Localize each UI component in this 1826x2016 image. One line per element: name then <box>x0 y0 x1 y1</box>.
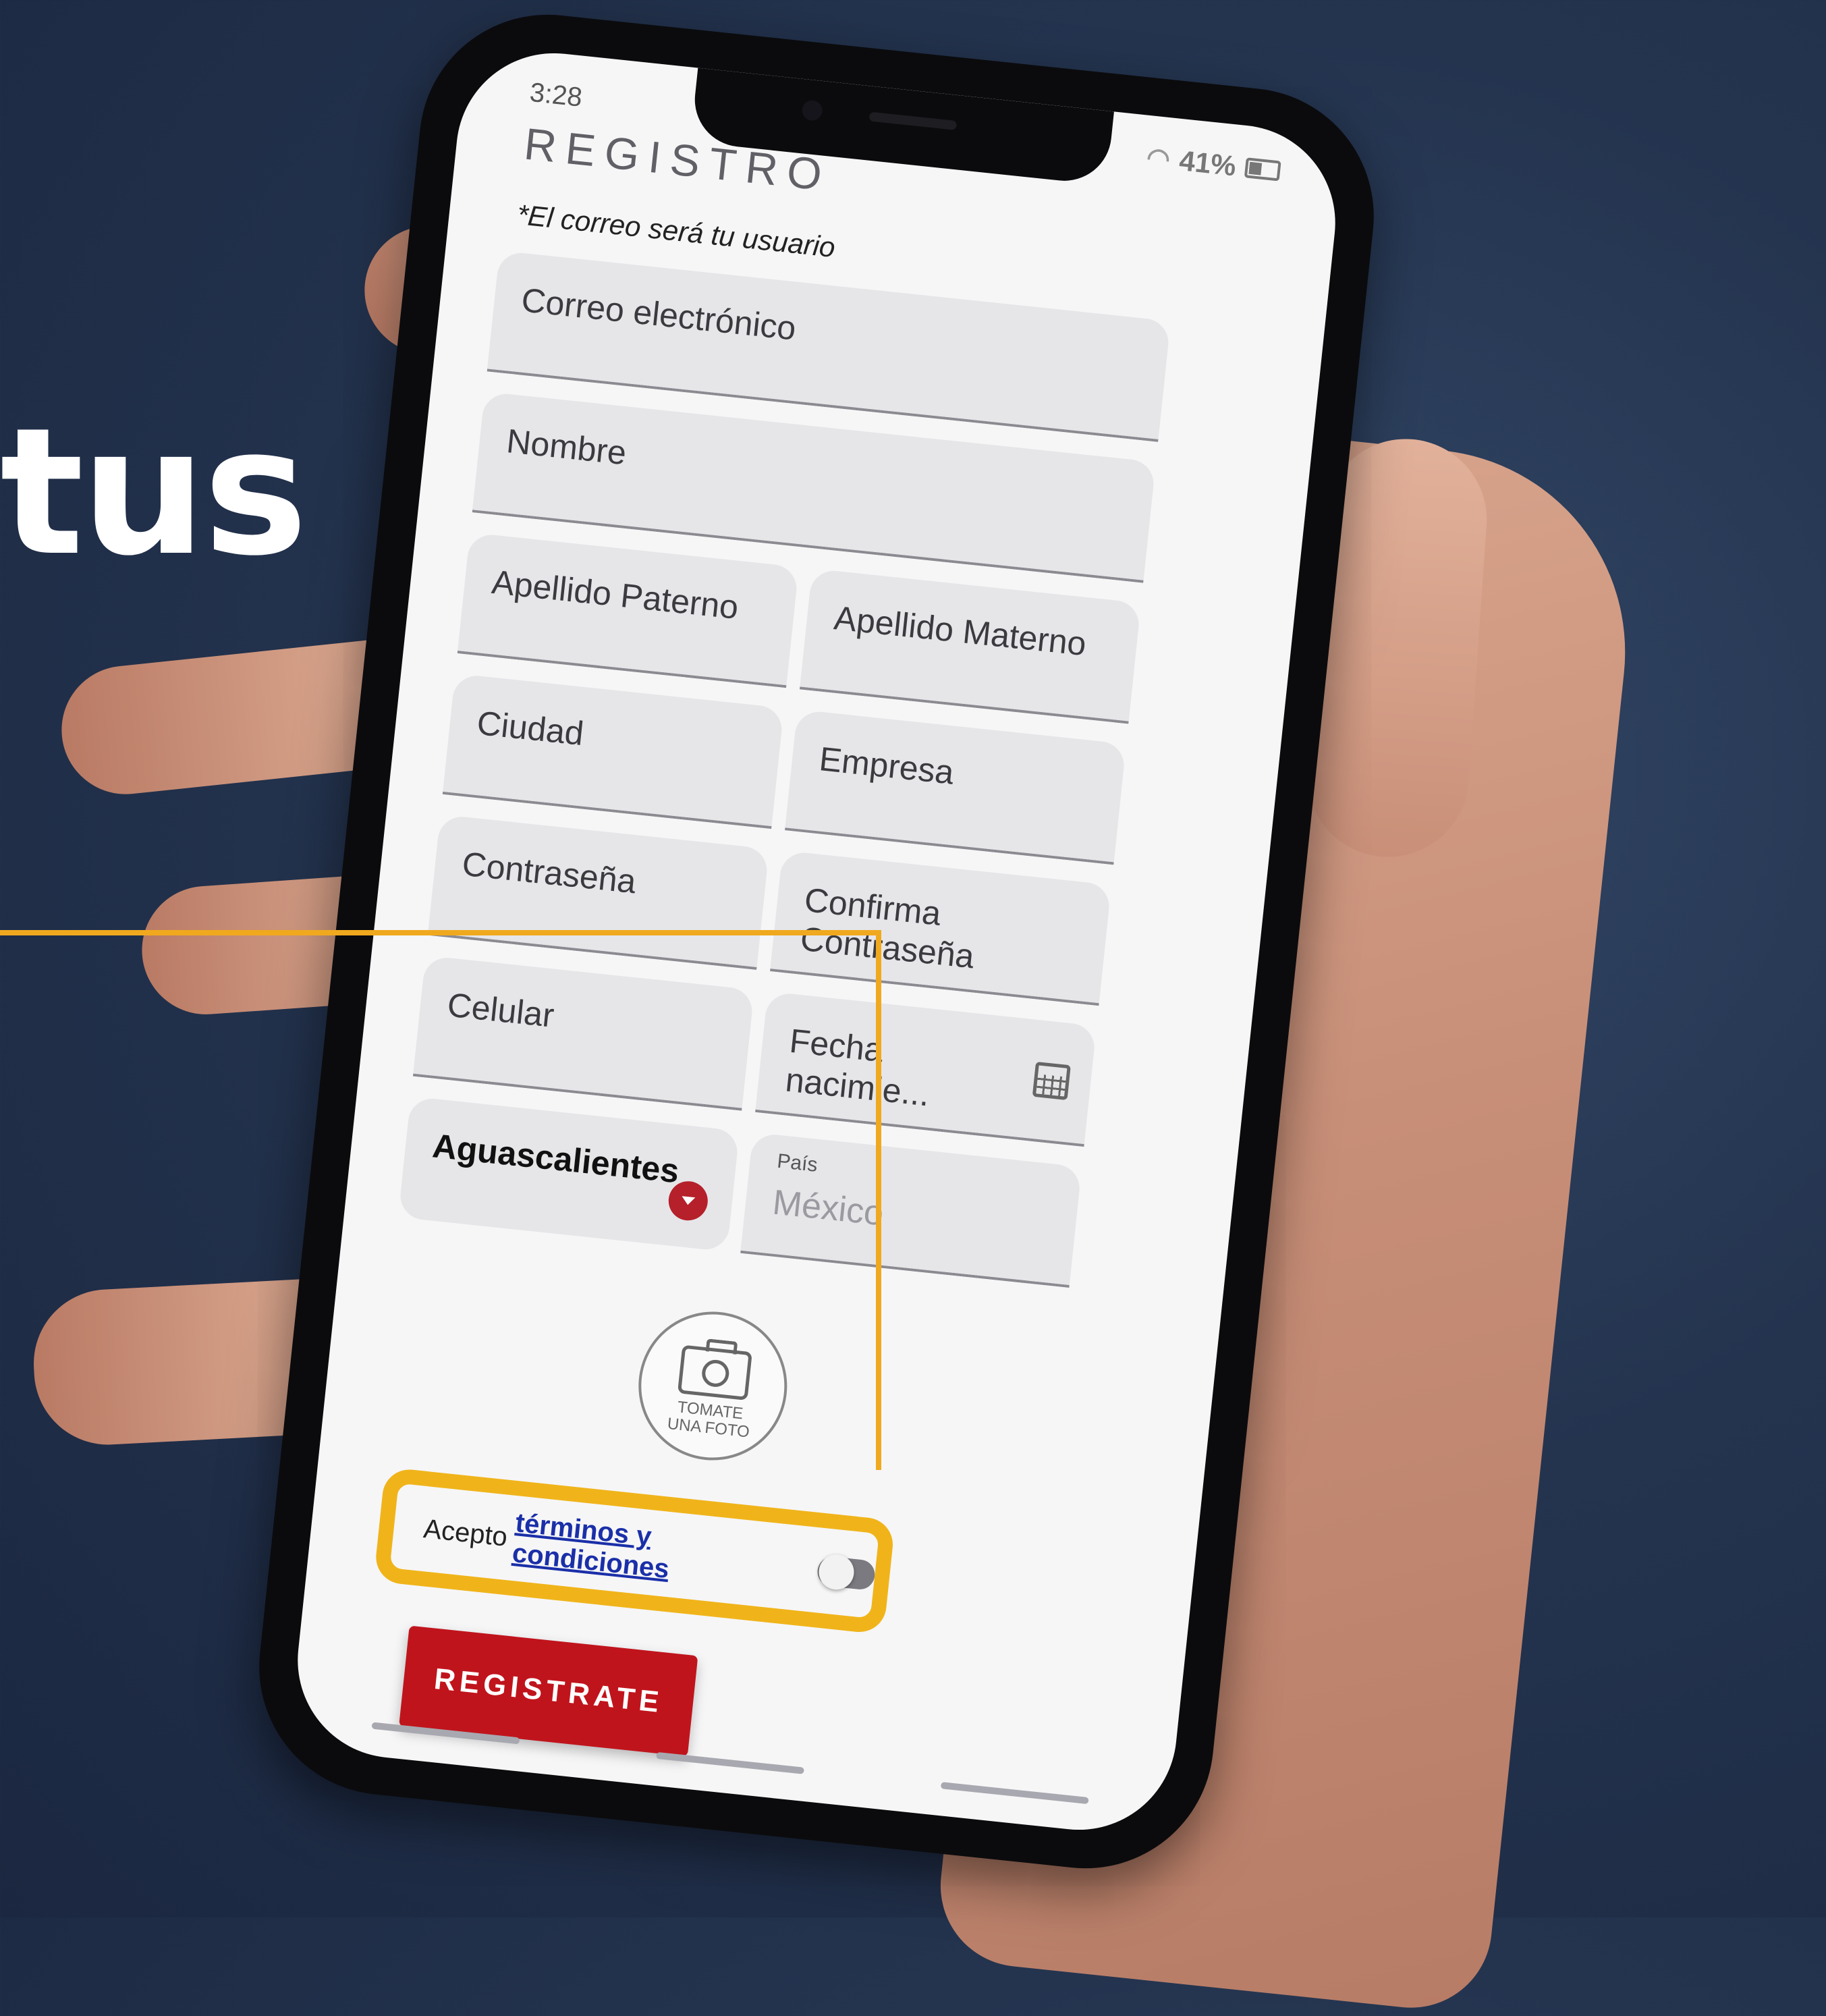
birthdate-label: Fecha nacimie... <box>783 1021 932 1114</box>
empresa-field[interactable]: Empresa <box>784 709 1127 865</box>
terms-row: Acepto términos y condiciones <box>373 1467 895 1635</box>
battery-percent: 41% <box>1178 144 1238 182</box>
terms-toggle[interactable] <box>816 1555 877 1591</box>
apellido-paterno-field[interactable]: Apellido Paterno <box>457 533 799 688</box>
confirm-password-field[interactable]: Confirma Contraseña <box>770 850 1112 1006</box>
estado-select[interactable]: Aguascalientes <box>397 1096 740 1252</box>
register-button[interactable]: REGISTRATE <box>399 1625 698 1757</box>
email-username-note: *El correo será tu usuario <box>515 198 837 264</box>
ciudad-field[interactable]: Ciudad <box>442 673 784 829</box>
password-field[interactable]: Contraseña <box>427 814 769 970</box>
speaker-icon <box>868 111 958 131</box>
empresa-label: Empresa <box>817 740 956 792</box>
apellido-paterno-label: Apellido Paterno <box>490 562 740 627</box>
ciudad-label: Ciudad <box>475 703 586 753</box>
birthdate-field[interactable]: Fecha nacimie... <box>755 991 1097 1147</box>
calendar-icon[interactable] <box>1032 1061 1071 1101</box>
nombre-field-label: Nombre <box>505 422 628 472</box>
camera-icon <box>677 1344 752 1400</box>
nav-back-button[interactable] <box>940 1782 1089 1805</box>
status-indicators: ◠ 41% <box>1145 141 1282 188</box>
password-label: Contraseña <box>460 844 638 901</box>
phone: 3:28 ◠ 41% REGISTRO *El correo será tu u… <box>246 2 1387 1881</box>
estado-selected-value: Aguascalientes <box>431 1126 682 1191</box>
front-camera-icon <box>801 99 824 122</box>
email-field-label: Correo electrónico <box>520 281 798 348</box>
headline-fragment: tus <box>0 391 308 595</box>
status-time: 3:28 <box>528 77 584 113</box>
battery-icon <box>1244 157 1281 182</box>
celular-field[interactable]: Celular <box>412 955 754 1111</box>
confirm-password-label: Confirma Contraseña <box>798 880 976 976</box>
apellido-materno-label: Apellido Materno <box>832 599 1088 663</box>
apellido-materno-field[interactable]: Apellido Materno <box>799 568 1142 724</box>
wifi-signal-icon: ◠ <box>1144 142 1172 175</box>
phone-screen: 3:28 ◠ 41% REGISTRO *El correo será tu u… <box>287 43 1346 1840</box>
callout-line-vertical <box>876 930 881 1470</box>
take-photo-button[interactable]: TOMATE UNA FOTO <box>631 1304 795 1468</box>
nav-home-button[interactable] <box>656 1751 804 1774</box>
terms-prefix: Acepto <box>422 1513 509 1552</box>
callout-line-horizontal <box>0 930 881 935</box>
terms-link[interactable]: términos y condiciones <box>511 1508 800 1598</box>
take-photo-label: TOMATE UNA FOTO <box>666 1398 750 1442</box>
pais-field[interactable]: País México <box>740 1132 1082 1288</box>
celular-label: Celular <box>445 985 556 1035</box>
